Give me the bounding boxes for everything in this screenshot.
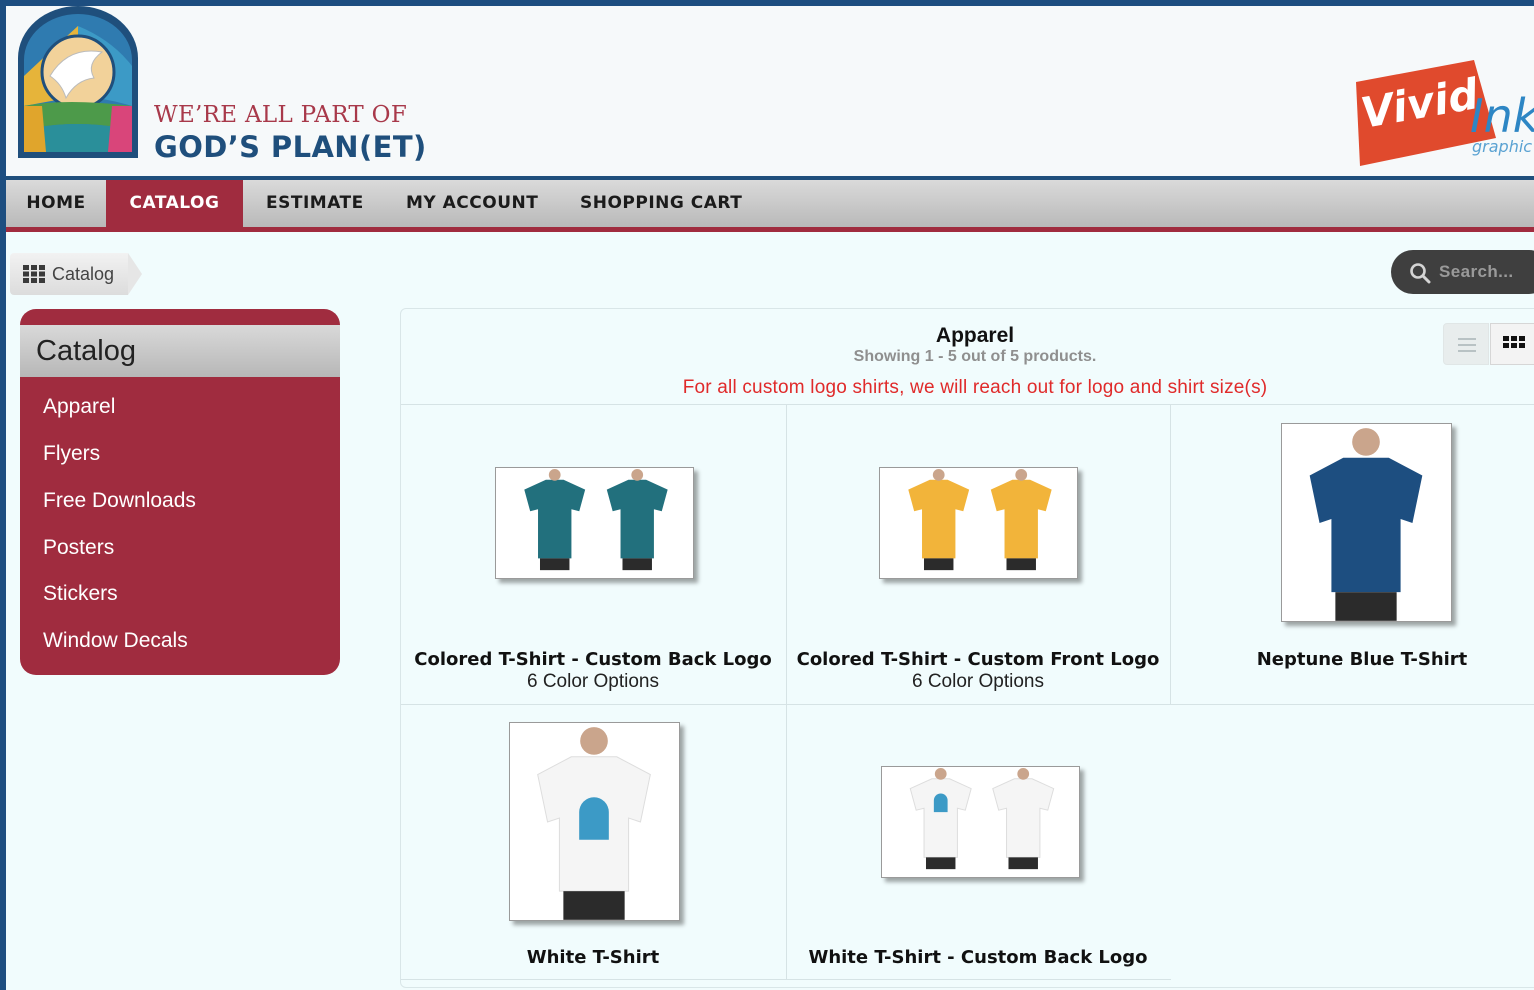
grid-divider: [401, 704, 1534, 705]
product-name[interactable]: Colored T-Shirt - Custom Front Logo: [786, 649, 1170, 670]
sidebar-item-apparel[interactable]: Apparel: [43, 395, 115, 419]
main-nav: HOME CATALOG ESTIMATE MY ACCOUNT SHOPPIN…: [6, 180, 1534, 232]
product-image[interactable]: [495, 467, 694, 579]
grid-view-button[interactable]: [1490, 323, 1534, 365]
product-name[interactable]: White T-Shirt: [401, 947, 785, 968]
nav-shopping-cart[interactable]: SHOPPING CART: [580, 180, 742, 232]
svg-text:graphic: graphic: [1472, 137, 1532, 156]
product-options: 6 Color Options: [526, 671, 659, 692]
svg-text:Ink: Ink: [1470, 89, 1534, 143]
page-frame: WE’RE ALL PART OF GOD’S PLAN(ET) Vivid I…: [6, 6, 1534, 990]
search-input[interactable]: Search...: [1439, 262, 1513, 282]
product-image[interactable]: [1281, 423, 1452, 622]
product-options: 6 Color Options: [911, 671, 1044, 692]
product-image[interactable]: [881, 766, 1080, 878]
grid-divider: [401, 404, 1534, 405]
site-header: WE’RE ALL PART OF GOD’S PLAN(ET) Vivid I…: [6, 6, 1534, 176]
sidebar-item-free-downloads[interactable]: Free Downloads: [43, 489, 196, 513]
list-view-icon: [1458, 338, 1476, 352]
tagline-line2: GOD’S PLAN(ET): [154, 130, 427, 164]
product-panel: Apparel Showing 1 - 5 out of 5 products.…: [400, 308, 1534, 988]
sidebar-item-posters[interactable]: Posters: [43, 536, 114, 560]
tagline-line1: WE’RE ALL PART OF: [154, 102, 408, 128]
stained-glass-logo[interactable]: [16, 6, 140, 158]
breadcrumb[interactable]: Catalog: [10, 253, 142, 295]
catalog-sidebar: Catalog Apparel Flyers Free Downloads Po…: [20, 309, 340, 675]
sidebar-item-window-decals[interactable]: Window Decals: [43, 629, 188, 653]
nav-my-account[interactable]: MY ACCOUNT: [406, 180, 538, 232]
product-name[interactable]: Neptune Blue T-Shirt: [1170, 649, 1534, 670]
breadcrumb-label: Catalog: [52, 264, 115, 284]
vivid-ink-logo[interactable]: Vivid Ink graphic: [1342, 58, 1534, 168]
search-box[interactable]: Search...: [1391, 250, 1534, 294]
search-icon: [1410, 263, 1431, 284]
category-title: Apparel: [935, 324, 1015, 347]
product-image[interactable]: [879, 467, 1078, 579]
sidebar-header: Catalog: [20, 325, 340, 377]
nav-catalog[interactable]: CATALOG: [106, 180, 243, 232]
product-name[interactable]: Colored T-Shirt - Custom Back Logo: [401, 649, 785, 670]
grid-view-icon: [1503, 336, 1525, 348]
grid-icon: [23, 265, 45, 283]
sidebar-title: Catalog: [36, 335, 136, 367]
custom-logo-notice: For all custom logo shirts, we will reac…: [682, 377, 1268, 398]
nav-home[interactable]: HOME: [6, 180, 106, 232]
list-view-button[interactable]: [1443, 323, 1489, 365]
sidebar-item-flyers[interactable]: Flyers: [43, 442, 100, 466]
nav-estimate[interactable]: ESTIMATE: [266, 180, 364, 232]
product-image[interactable]: [509, 722, 680, 921]
product-name[interactable]: White T-Shirt - Custom Back Logo: [786, 947, 1170, 968]
sidebar-item-stickers[interactable]: Stickers: [43, 582, 118, 606]
product-count: Showing 1 - 5 out of 5 products.: [853, 348, 1097, 365]
